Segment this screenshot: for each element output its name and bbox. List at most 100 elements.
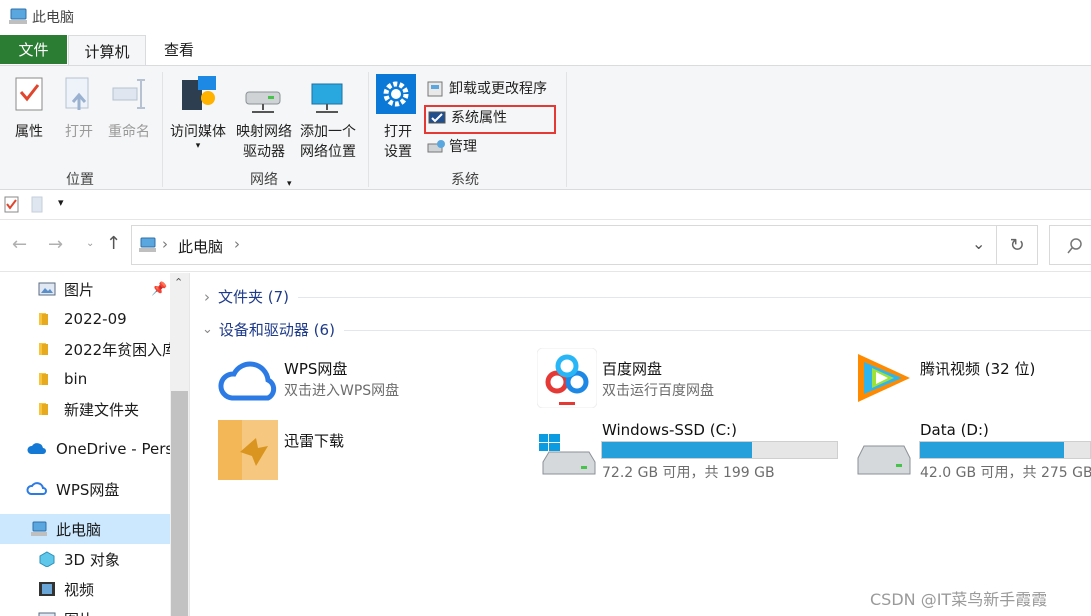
uninstall-icon (427, 81, 443, 97)
add-network-location-button[interactable]: 添加一个 网络位置 (296, 80, 360, 170)
new-folder-icon[interactable] (30, 196, 46, 214)
group-system-label: 系统 (451, 172, 479, 188)
folder-icon (39, 343, 48, 355)
add-location-label-1: 添加一个 (300, 124, 356, 140)
chevron-right-icon: › (204, 287, 210, 306)
address-dropdown-icon[interactable]: ⌄ (972, 234, 985, 253)
customize-toolbar-icon[interactable]: ▾ (58, 196, 64, 209)
open-button: 打开 (60, 76, 98, 146)
device-name: Windows-SSD (C:) (602, 421, 737, 439)
open-settings-label-2: 设置 (384, 144, 412, 160)
breadcrumb-this-pc[interactable]: 此电脑 (178, 236, 223, 257)
nav-item-folder[interactable]: bin (0, 364, 170, 394)
device-subtitle: 双击运行百度网盘 (602, 383, 714, 399)
cube-icon (39, 551, 55, 567)
breadcrumb-chevron-icon[interactable]: › (162, 235, 168, 253)
drive-usage-fill (920, 442, 1064, 458)
device-name: Data (D:) (920, 421, 989, 439)
manage-button[interactable]: 管理 (426, 136, 477, 158)
forward-arrow-icon[interactable]: → (48, 234, 63, 255)
refresh-button[interactable]: ↻ (997, 225, 1038, 265)
open-label: 打开 (65, 124, 93, 140)
device-name: 迅雷下载 (284, 432, 345, 450)
video-icon (39, 582, 55, 596)
device-tile-wps[interactable]: WPS网盘 双击进入WPS网盘 (216, 350, 516, 410)
ribbon-separator (368, 72, 369, 187)
nav-item-pictures[interactable]: 图片 📌 (0, 274, 170, 304)
computer-icon (9, 8, 27, 24)
nav-item-3d-objects[interactable]: 3D 对象 (0, 544, 170, 574)
tab-file[interactable]: 文件 (0, 35, 67, 64)
nav-item-pictures[interactable]: 图片 (0, 604, 170, 616)
recent-locations-icon[interactable]: ⌄ (86, 238, 94, 249)
tab-computer[interactable]: 计算机 (68, 35, 146, 66)
nav-item-onedrive[interactable]: OneDrive - Perso (0, 434, 170, 464)
nav-item-wps-cloud[interactable]: WPS网盘 (0, 474, 170, 504)
device-tile-baidu[interactable]: 百度网盘 双击运行百度网盘 (535, 346, 835, 410)
network-location-icon (311, 83, 343, 113)
network-drive-icon (245, 91, 281, 113)
back-arrow-icon[interactable]: ← (12, 234, 27, 255)
rename-button: 重命名 (104, 76, 154, 146)
watermark: CSDN @IT菜鸟新手霞霞 (870, 590, 1048, 609)
ribbon-separator (162, 72, 163, 187)
refresh-icon: ↻ (1009, 234, 1025, 256)
system-properties-label: 系统属性 (451, 110, 507, 126)
access-media-button[interactable]: 访问媒体 ▾ (166, 74, 230, 154)
device-tile-drive-c[interactable]: Windows-SSD (C:) 72.2 GB 可用，共 199 GB (535, 418, 840, 482)
folders-section-header[interactable]: › 文件夹 (7) (204, 286, 289, 307)
manage-label: 管理 (449, 139, 477, 155)
folder-icon (39, 313, 48, 325)
device-tile-drive-d[interactable]: Data (D:) 42.0 GB 可用，共 275 GB (852, 418, 1091, 482)
up-arrow-icon[interactable]: ↑ (106, 233, 121, 254)
xunlei-folder-icon (218, 420, 278, 480)
device-subtitle: 双击进入WPS网盘 (284, 383, 400, 399)
cloud-icon (27, 443, 46, 454)
ribbon-separator (566, 72, 567, 187)
nav-item-folder[interactable]: 2022-09 (0, 304, 170, 334)
quick-access-toolbar: ▾ (0, 190, 1091, 220)
pin-icon[interactable]: 📌 (151, 282, 167, 297)
address-bar[interactable]: › 此电脑 › ⌄ (131, 225, 997, 265)
manage-icon (427, 140, 445, 153)
device-tile-xunlei[interactable]: 迅雷下载 (216, 418, 516, 482)
nav-item-folder[interactable]: 新建文件夹 (0, 394, 170, 424)
tencent-video-icon (858, 354, 910, 402)
pictures-icon (38, 612, 56, 616)
search-box[interactable] (1049, 225, 1091, 265)
chevron-down-icon: ⌄ (202, 322, 213, 337)
pictures-icon (38, 282, 56, 296)
device-tile-tencent-video[interactable]: 腾讯视频 (32 位) (852, 346, 1091, 410)
nav-item-this-pc[interactable]: 此电脑 (0, 514, 170, 544)
properties-label: 属性 (15, 124, 43, 140)
section-divider (298, 297, 1091, 298)
folder-icon (39, 403, 48, 415)
properties-button[interactable]: 属性 (8, 76, 50, 146)
windows-drive-icon (539, 434, 596, 475)
breadcrumb-chevron-icon[interactable]: › (234, 235, 240, 253)
title-bar: 此电脑 (0, 0, 1091, 34)
map-drive-label-1: 映射网络 (236, 124, 292, 140)
computer-icon (139, 237, 156, 252)
system-properties-button[interactable]: 系统属性 (428, 107, 507, 129)
wps-cloud-icon (26, 482, 47, 495)
tab-view[interactable]: 查看 (148, 35, 210, 64)
nav-item-videos[interactable]: 视频 (0, 574, 170, 604)
map-drive-button[interactable]: 映射网络 驱动器 (232, 80, 296, 170)
map-drive-label-2: 驱动器 (243, 144, 285, 160)
device-subtitle: 42.0 GB 可用，共 275 GB (920, 465, 1091, 481)
rename-label: 重命名 (108, 124, 150, 140)
devices-section-header[interactable]: ⌄ 设备和驱动器 (6) (202, 319, 335, 340)
properties-icon[interactable] (4, 196, 20, 214)
drive-usage-bar (919, 441, 1091, 459)
ribbon: 属性 打开 重命名 位置 访问媒体 ▾ 映射网络 驱动器 ▾ 添加一个 网络位置… (0, 65, 1091, 190)
nav-item-folder[interactable]: 2022年贫困入库 (0, 334, 170, 364)
uninstall-button[interactable]: 卸载或更改程序 (426, 78, 547, 100)
media-icon (182, 76, 216, 110)
open-settings-button[interactable]: 打开 设置 (376, 74, 420, 164)
properties-icon (15, 77, 43, 111)
scroll-up-icon[interactable]: ⌃ (174, 276, 183, 289)
open-settings-label-1: 打开 (384, 124, 412, 140)
nav-scrollbar-thumb[interactable] (171, 391, 188, 616)
window-title: 此电脑 (32, 10, 74, 26)
